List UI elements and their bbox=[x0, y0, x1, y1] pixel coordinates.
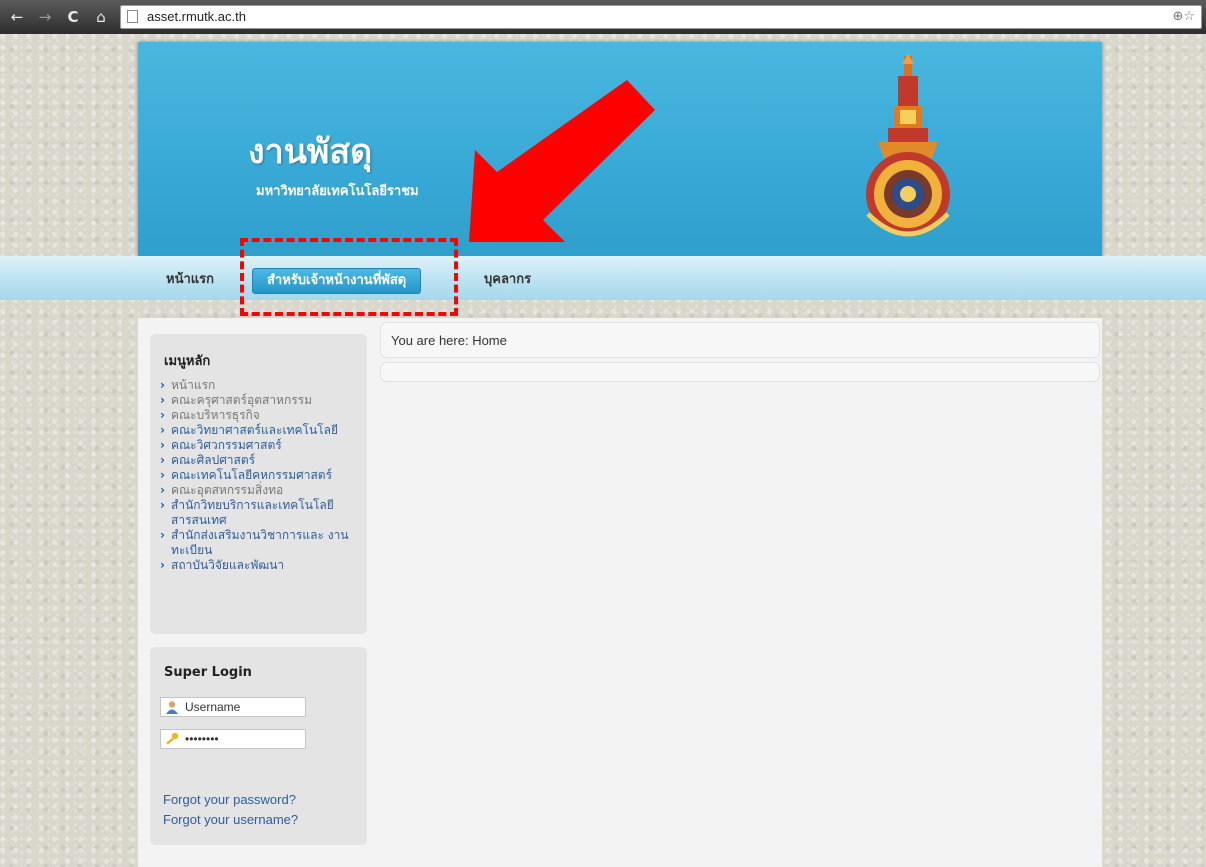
main-menu-box: เมนูหลัก › หน้าแรก › คณะครุศาสตร์อุตสาหกรร… bbox=[150, 334, 367, 634]
chevron-right-icon: › bbox=[160, 453, 165, 467]
menu-item[interactable]: › คณะบริหารธุรกิจ bbox=[160, 408, 360, 423]
forward-button[interactable]: → bbox=[36, 8, 54, 26]
chevron-right-icon: › bbox=[160, 438, 165, 452]
home-button[interactable]: ⌂ bbox=[92, 8, 110, 26]
site-subtitle: มหาวิทยาลัยเทคโนโลยีราชม bbox=[256, 184, 419, 199]
content-placeholder-bar bbox=[380, 362, 1100, 382]
menu-item[interactable]: › สำนักวิทยบริการและเทคโนโลยี สารสนเทศ bbox=[160, 498, 360, 528]
menu-item[interactable]: › สำนักส่งเสริมงานวิชาการและ งานทะเบียน bbox=[160, 528, 360, 558]
chevron-right-icon: › bbox=[160, 408, 165, 422]
browser-toolbar: ← → C ⌂ asset.rmutk.ac.th ⊕☆ bbox=[0, 0, 1206, 34]
menu-item[interactable]: › สถาบันวิจัยและพัฒนา bbox=[160, 558, 360, 573]
user-icon bbox=[166, 701, 178, 714]
chevron-right-icon: › bbox=[160, 468, 165, 482]
username-input[interactable]: Username bbox=[160, 697, 306, 717]
menu-item[interactable]: › คณะเทคโนโลยีคหกรรมศาสตร์ bbox=[160, 468, 360, 483]
password-input[interactable]: •••••••• bbox=[160, 729, 306, 749]
chevron-right-icon: › bbox=[160, 378, 165, 392]
university-seal-logo bbox=[866, 54, 950, 237]
url-text: asset.rmutk.ac.th bbox=[147, 9, 246, 24]
menu-item[interactable]: › คณะวิทยาศาสตร์และเทคโนโลยี bbox=[160, 423, 360, 438]
chevron-right-icon: › bbox=[160, 528, 165, 542]
main-menu-title: เมนูหลัก bbox=[164, 354, 211, 369]
back-button[interactable]: ← bbox=[8, 8, 26, 26]
chevron-right-icon: › bbox=[160, 498, 165, 512]
nav-home[interactable]: หน้าแรก bbox=[166, 268, 214, 292]
menu-item[interactable]: › คณะวิศวกรรมศาสตร์ bbox=[160, 438, 360, 453]
menu-item[interactable]: › คณะครุศาสตร์อุตสาหกรรม bbox=[160, 393, 360, 408]
forgot-password-link[interactable]: Forgot your password? bbox=[163, 792, 296, 807]
breadcrumb: You are here: Home bbox=[391, 333, 507, 348]
forgot-username-link[interactable]: Forgot your username? bbox=[163, 812, 298, 827]
red-arrow-annotation bbox=[469, 80, 655, 242]
login-title: Super Login bbox=[164, 665, 252, 680]
chevron-right-icon: › bbox=[160, 483, 165, 497]
address-bar[interactable]: asset.rmutk.ac.th ⊕☆ bbox=[120, 5, 1202, 29]
page-icon bbox=[127, 10, 138, 23]
key-icon bbox=[166, 732, 179, 745]
menu-item[interactable]: › หน้าแรก bbox=[160, 378, 360, 393]
chevron-right-icon: › bbox=[160, 423, 165, 437]
chevron-right-icon: › bbox=[160, 558, 165, 572]
zoom-star-icon[interactable]: ⊕☆ bbox=[1172, 9, 1195, 24]
main-menu-list: › หน้าแรก › คณะครุศาสตร์อุตสาหกรรม › คณะบริ… bbox=[160, 378, 360, 573]
highlight-dashed-box bbox=[240, 238, 458, 316]
chevron-right-icon: › bbox=[160, 393, 165, 407]
menu-item[interactable]: › คณะศิลปศาสตร์ bbox=[160, 453, 360, 468]
nav-personnel[interactable]: บุคลากร bbox=[484, 268, 531, 292]
site-title: งานพัสดุ bbox=[248, 132, 373, 172]
reload-button[interactable]: C bbox=[64, 8, 82, 26]
menu-item[interactable]: › คณะอุตสหกรรมสิ่งทอ bbox=[160, 483, 360, 498]
